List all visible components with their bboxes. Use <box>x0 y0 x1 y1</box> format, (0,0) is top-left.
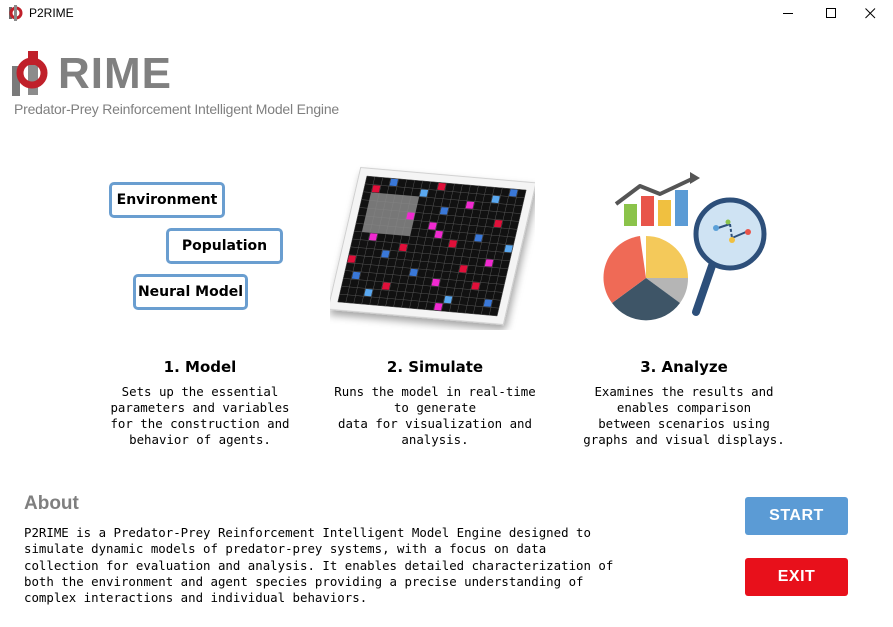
minimize-icon <box>782 12 793 14</box>
neural-model-box: Neural Model <box>133 274 248 310</box>
step-simulate-description: Runs the model in real-time to generate … <box>334 384 536 447</box>
environment-box: Environment <box>109 182 225 218</box>
app-logo-icon <box>9 5 23 21</box>
step-simulate-title: 2. Simulate <box>386 358 484 376</box>
maximize-icon <box>825 7 836 18</box>
tagline: Predator-Prey Reinforcement Intelligent … <box>14 101 339 117</box>
minimize-button[interactable] <box>765 0 811 26</box>
close-icon <box>864 7 875 18</box>
simulation-grid-image <box>330 166 535 326</box>
about-heading: About <box>24 493 79 514</box>
start-button[interactable]: START <box>745 497 848 535</box>
step-model-description: Sets up the essential parameters and var… <box>110 384 290 447</box>
exit-button[interactable]: EXIT <box>745 558 848 596</box>
window-title: P2RIME <box>29 6 74 20</box>
step-analyze-title: 3. Analyze <box>640 358 728 376</box>
analytics-chart-image <box>603 172 767 321</box>
population-box: Population <box>166 228 283 264</box>
about-text: P2RIME is a Predator-Prey Reinforcement … <box>24 525 614 606</box>
close-button[interactable] <box>847 0 893 26</box>
logo-wordmark: RIME <box>58 49 172 98</box>
step-analyze-description: Examines the results and enables compari… <box>583 384 785 447</box>
title-bar: P2RIME <box>0 0 893 26</box>
step-model-title: 1. Model <box>163 358 237 376</box>
